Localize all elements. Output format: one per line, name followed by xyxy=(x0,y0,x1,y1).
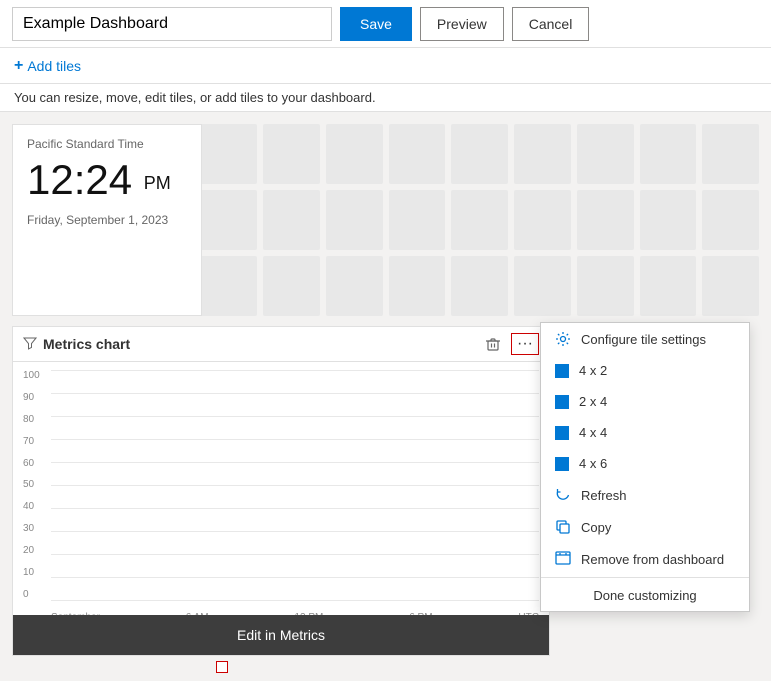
grid-cell xyxy=(577,124,634,184)
filter-icon xyxy=(23,336,37,353)
grid-cell xyxy=(640,124,697,184)
y-label-40: 40 xyxy=(23,501,40,512)
y-label-50: 50 xyxy=(23,479,40,490)
metrics-actions: ··· xyxy=(483,333,539,355)
grid-cell xyxy=(326,256,383,316)
edit-in-metrics-bar[interactable]: Edit in Metrics xyxy=(13,615,549,655)
grid-cell xyxy=(577,190,634,250)
grid-cell xyxy=(702,124,759,184)
menu-item-copy[interactable]: Copy xyxy=(541,511,749,543)
gear-icon xyxy=(555,331,571,347)
y-label-10: 10 xyxy=(23,567,40,578)
clock-tile: Pacific Standard Time 12:24 PM Friday, S… xyxy=(12,124,202,316)
grid-cell xyxy=(702,190,759,250)
grid-cell xyxy=(200,256,257,316)
menu-item-4x4[interactable]: 4 x 4 xyxy=(541,417,749,448)
grid-cell xyxy=(263,256,320,316)
copy-icon xyxy=(555,519,571,535)
menu-item-4x2[interactable]: 4 x 2 xyxy=(541,355,749,386)
size-2x4-label: 2 x 4 xyxy=(579,394,607,409)
preview-button[interactable]: Preview xyxy=(420,7,504,41)
metrics-header: Metrics chart ··· xyxy=(13,327,549,362)
top-bar: Save Preview Cancel xyxy=(0,0,771,48)
delete-tile-button[interactable] xyxy=(483,334,503,354)
add-tiles-button[interactable]: Add tiles xyxy=(27,58,81,74)
clock-ampm: PM xyxy=(144,173,171,193)
context-menu: Configure tile settings 4 x 2 2 x 4 4 x … xyxy=(540,322,750,612)
grid-cell xyxy=(514,190,571,250)
copy-label: Copy xyxy=(581,520,611,535)
size-4x6-label: 4 x 6 xyxy=(579,456,607,471)
y-label-0: 0 xyxy=(23,589,40,600)
grid-cell xyxy=(263,124,320,184)
menu-item-2x4[interactable]: 2 x 4 xyxy=(541,386,749,417)
grid-cell xyxy=(389,124,446,184)
grid-cell xyxy=(702,256,759,316)
y-label-100: 100 xyxy=(23,370,40,381)
grid-cell xyxy=(326,124,383,184)
menu-divider xyxy=(541,577,749,578)
grid-cell xyxy=(389,190,446,250)
size-4x4-label: 4 x 4 xyxy=(579,425,607,440)
size-4x6-icon xyxy=(555,457,569,471)
remove-icon xyxy=(555,551,571,567)
y-label-30: 30 xyxy=(23,523,40,534)
metrics-title-row: Metrics chart xyxy=(23,336,130,353)
clock-time-value: 12:24 xyxy=(27,156,132,203)
resize-handle-indicator[interactable] xyxy=(216,661,228,673)
grid-cell xyxy=(326,190,383,250)
dashboard-area: Pacific Standard Time 12:24 PM Friday, S… xyxy=(0,112,771,677)
chart-area: 100 90 80 70 60 50 40 30 20 10 0 xyxy=(13,362,549,608)
y-label-90: 90 xyxy=(23,392,40,403)
cancel-button[interactable]: Cancel xyxy=(512,7,590,41)
clock-date: Friday, September 1, 2023 xyxy=(27,213,187,227)
grid-cell xyxy=(577,256,634,316)
add-tiles-icon: + xyxy=(14,57,23,75)
metrics-chart-title: Metrics chart xyxy=(43,336,130,352)
chart-y-axis: 100 90 80 70 60 50 40 30 20 10 0 xyxy=(23,370,40,600)
grid-cell xyxy=(451,256,508,316)
size-2x4-icon xyxy=(555,395,569,409)
grid-cell xyxy=(640,256,697,316)
configure-label: Configure tile settings xyxy=(581,332,706,347)
grid-cell xyxy=(451,190,508,250)
clock-time: 12:24 PM xyxy=(27,159,187,201)
dashboard-title-input[interactable] xyxy=(12,7,332,41)
save-button[interactable]: Save xyxy=(340,7,412,41)
menu-item-remove[interactable]: Remove from dashboard xyxy=(541,543,749,575)
remove-label: Remove from dashboard xyxy=(581,552,724,567)
info-text: You can resize, move, edit tiles, or add… xyxy=(0,84,771,112)
grid-cell xyxy=(640,190,697,250)
y-label-60: 60 xyxy=(23,458,40,469)
refresh-icon xyxy=(555,487,571,503)
grid-cell xyxy=(200,124,257,184)
menu-item-refresh[interactable]: Refresh xyxy=(541,479,749,511)
refresh-label: Refresh xyxy=(581,488,627,503)
metrics-tile: Metrics chart ··· 100 90 80 70 xyxy=(12,326,550,656)
grid-cell xyxy=(389,256,446,316)
y-label-70: 70 xyxy=(23,436,40,447)
chart-inner xyxy=(51,370,539,600)
size-4x2-label: 4 x 2 xyxy=(579,363,607,378)
menu-item-done-customizing[interactable]: Done customizing xyxy=(541,580,749,611)
size-4x4-icon xyxy=(555,426,569,440)
add-tiles-row: + Add tiles xyxy=(0,48,771,84)
done-customizing-label: Done customizing xyxy=(593,588,696,603)
size-4x2-icon xyxy=(555,364,569,378)
menu-item-4x6[interactable]: 4 x 6 xyxy=(541,448,749,479)
y-label-20: 20 xyxy=(23,545,40,556)
grid-cell xyxy=(263,190,320,250)
clock-timezone: Pacific Standard Time xyxy=(27,137,187,151)
grid-cell xyxy=(451,124,508,184)
menu-item-configure[interactable]: Configure tile settings xyxy=(541,323,749,355)
chart-lines xyxy=(51,370,539,600)
grid-cell xyxy=(200,190,257,250)
y-label-80: 80 xyxy=(23,414,40,425)
grid-cell xyxy=(514,124,571,184)
grid-cell xyxy=(514,256,571,316)
more-options-button[interactable]: ··· xyxy=(511,333,539,355)
